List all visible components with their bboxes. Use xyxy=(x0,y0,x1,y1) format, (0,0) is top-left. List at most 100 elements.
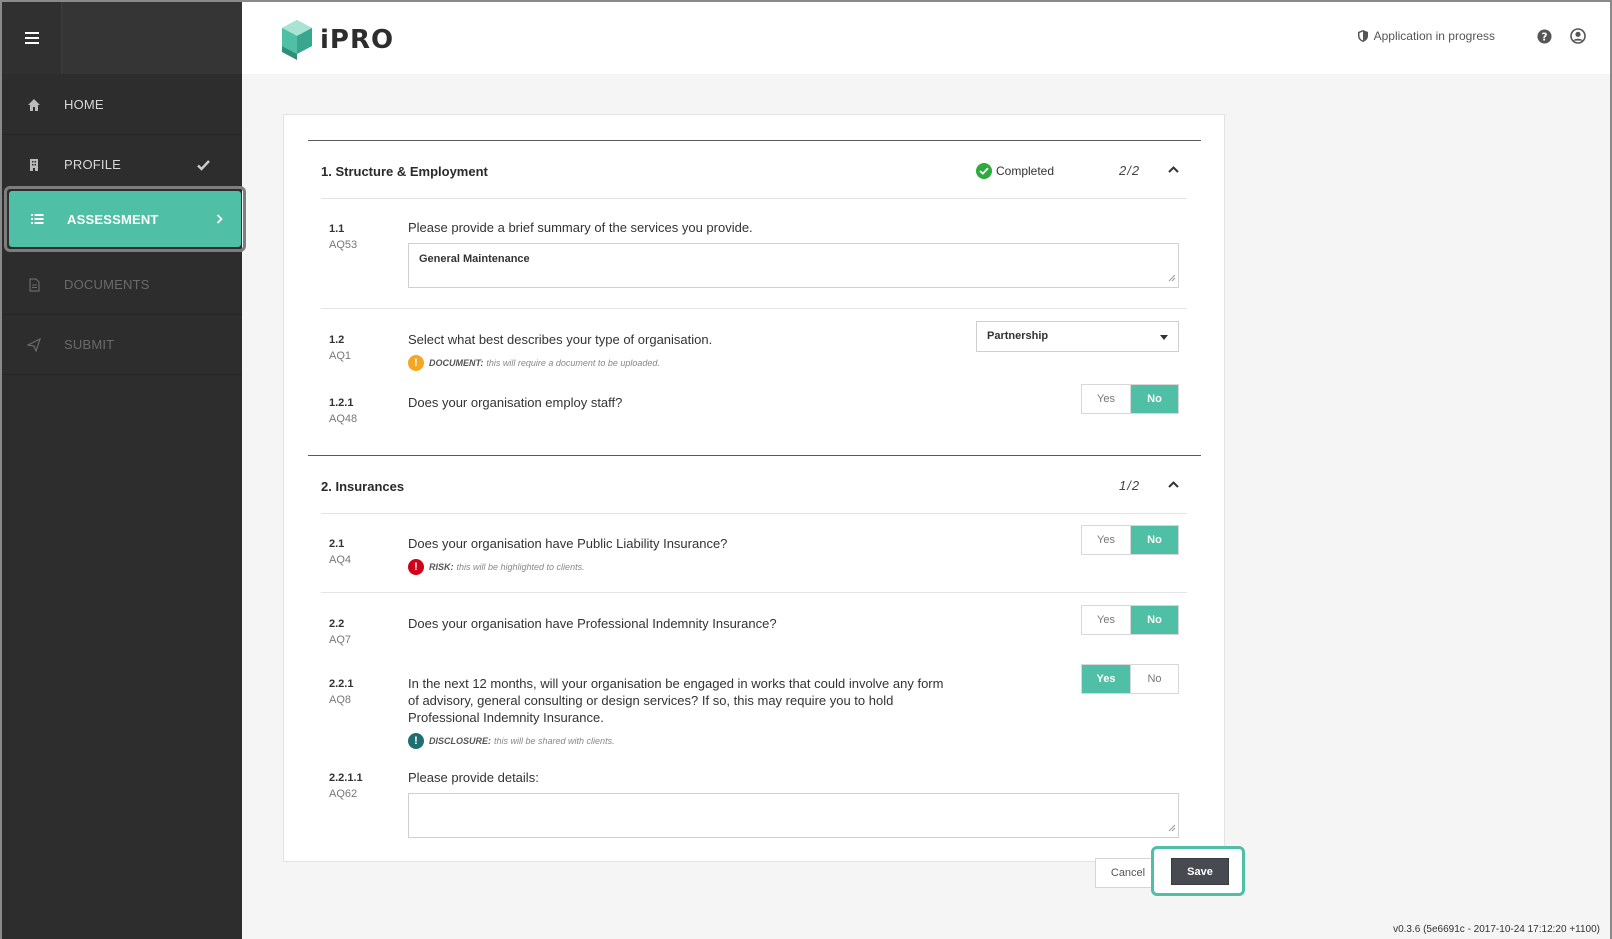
question-number: 2.2.1.1 xyxy=(329,772,363,784)
no-option[interactable]: No xyxy=(1129,526,1178,554)
help-button[interactable]: ? xyxy=(1537,28,1552,44)
chevron-up-icon[interactable] xyxy=(1168,166,1179,173)
active-item-highlight: ASSESSMENT xyxy=(4,186,246,252)
section-progress: 1/2 xyxy=(1119,478,1141,493)
svg-text:?: ? xyxy=(1542,31,1548,43)
divider xyxy=(321,308,1187,309)
assessment-card: 1. Structure & Employment Completed 2/2 … xyxy=(283,114,1225,862)
sidebar-item-label: HOME xyxy=(64,97,104,112)
no-option[interactable]: No xyxy=(1129,606,1178,634)
note-label: DISCLOSURE: xyxy=(429,736,492,746)
chevron-right-icon xyxy=(216,214,223,224)
note-text: this will be highlighted to clients. xyxy=(456,562,585,572)
no-option[interactable]: No xyxy=(1129,665,1178,693)
question-number: 2.2.1 xyxy=(329,678,354,690)
app-window: HOME PROFILE DOCUMENTS SUBMIT ASSESSMENT… xyxy=(0,0,1612,939)
sidebar-item-label: ASSESSMENT xyxy=(67,211,159,227)
application-status: Application in progress xyxy=(1357,29,1495,43)
question-number: 2.1 xyxy=(329,538,345,550)
question-text: Does your organisation have Professional… xyxy=(408,616,777,631)
alert-icon: ! xyxy=(408,559,424,575)
sidebar-item-submit[interactable]: SUBMIT xyxy=(2,315,242,375)
question-number: 2.2 xyxy=(329,618,345,630)
services-summary-input[interactable]: General Maintenance xyxy=(408,243,1179,288)
caret-down-icon xyxy=(1160,335,1168,340)
question-number: 1.2.1 xyxy=(329,397,354,409)
professional-indemnity-toggle: Yes No xyxy=(1081,605,1179,635)
paper-plane-icon xyxy=(26,337,42,353)
menu-toggle-button[interactable] xyxy=(2,2,62,74)
public-liability-toggle: Yes No xyxy=(1081,525,1179,555)
question-code: AQ8 xyxy=(329,694,352,706)
account-button[interactable] xyxy=(1570,28,1586,44)
completed-text: Completed xyxy=(996,164,1055,178)
question-text: Select what best describes your type of … xyxy=(408,332,713,347)
home-icon xyxy=(26,97,42,113)
building-icon xyxy=(26,157,42,173)
check-circle-icon xyxy=(976,163,992,179)
sidebar: HOME PROFILE DOCUMENTS SUBMIT ASSESSMENT xyxy=(2,2,246,939)
select-value: Partnership xyxy=(987,330,1049,342)
question-code: AQ62 xyxy=(329,788,358,800)
main-content: 1. Structure & Employment Completed 2/2 … xyxy=(242,74,1610,939)
sidebar-item-label: SUBMIT xyxy=(64,337,115,352)
question-text: Does your organisation employ staff? xyxy=(408,395,623,410)
details-input[interactable] xyxy=(408,793,1179,838)
yes-option[interactable]: Yes xyxy=(1082,665,1130,693)
document-note: ! DOCUMENT: this will require a document… xyxy=(408,355,660,371)
section-title: 1. Structure & Employment xyxy=(321,164,488,179)
section-header-insurances[interactable]: 2. Insurances 1/2 xyxy=(308,455,1201,513)
risk-note: ! RISK: this will be highlighted to clie… xyxy=(408,559,585,575)
question-text-line: Professional Indemnity Insurance. xyxy=(408,710,604,725)
sidebar-top xyxy=(2,2,242,74)
resize-grip-icon[interactable] xyxy=(1168,273,1176,285)
section-title: 2. Insurances xyxy=(321,479,405,494)
sidebar-item-label: PROFILE xyxy=(64,157,122,172)
ipro-logo-icon xyxy=(282,20,312,60)
document-icon xyxy=(26,277,42,293)
status-text: Application in progress xyxy=(1373,29,1495,43)
question-number: 1.1 xyxy=(329,223,345,235)
yes-option[interactable]: Yes xyxy=(1082,526,1130,554)
section-header-structure[interactable]: 1. Structure & Employment Completed 2/2 xyxy=(308,140,1201,198)
sidebar-item-assessment[interactable]: ASSESSMENT xyxy=(9,191,241,247)
list-icon xyxy=(29,211,45,227)
completed-badge: Completed xyxy=(976,163,1054,179)
checkmark-icon xyxy=(197,159,210,170)
resize-grip-icon[interactable] xyxy=(1168,823,1176,835)
chevron-up-icon[interactable] xyxy=(1168,481,1179,488)
note-label: DOCUMENT: xyxy=(429,358,484,368)
question-code: AQ53 xyxy=(329,239,358,251)
disclosure-note: ! DISCLOSURE: this will be shared with c… xyxy=(408,733,615,749)
save-button[interactable]: Save xyxy=(1171,858,1229,885)
top-header: iPRO Application in progress ? xyxy=(242,2,1610,74)
yes-option[interactable]: Yes xyxy=(1082,385,1130,413)
organisation-type-select[interactable]: Partnership xyxy=(976,321,1179,352)
question-text: Please provide details: xyxy=(408,770,539,785)
question-text-line: of advisory, general consulting or desig… xyxy=(408,693,894,708)
sidebar-item-documents[interactable]: DOCUMENTS xyxy=(2,255,242,315)
section-progress: 2/2 xyxy=(1119,163,1141,178)
sidebar-item-label: DOCUMENTS xyxy=(64,277,150,292)
sidebar-item-home[interactable]: HOME xyxy=(2,75,242,135)
employ-staff-toggle: Yes No xyxy=(1081,384,1179,414)
advisory-works-toggle: Yes No xyxy=(1081,664,1179,694)
question-code: AQ4 xyxy=(329,554,352,566)
save-highlight: Save xyxy=(1151,846,1245,896)
question-number: 1.2 xyxy=(329,334,345,346)
hamburger-icon xyxy=(24,32,39,44)
note-text: this will be shared with clients. xyxy=(494,736,615,746)
info-alert-icon: ! xyxy=(408,733,424,749)
question-code: AQ48 xyxy=(329,413,358,425)
yes-option[interactable]: Yes xyxy=(1082,606,1130,634)
question-text-line: In the next 12 months, will your organis… xyxy=(408,676,944,691)
divider xyxy=(321,592,1187,593)
user-circle-icon xyxy=(1570,28,1586,44)
input-value: General Maintenance xyxy=(419,253,530,265)
app-logo[interactable]: iPRO xyxy=(282,20,394,60)
warning-icon: ! xyxy=(408,355,424,371)
no-option[interactable]: No xyxy=(1129,385,1178,413)
divider xyxy=(321,513,1187,514)
divider xyxy=(321,198,1187,199)
version-label: v0.3.6 (5e6691c - 2017-10-24 17:12:20 +1… xyxy=(1393,924,1600,935)
